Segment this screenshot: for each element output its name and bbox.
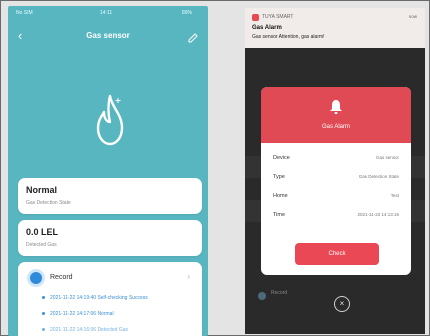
app-icon xyxy=(252,14,259,21)
record-icon xyxy=(30,272,42,284)
detected-gas-label: Detected Gas xyxy=(26,242,57,248)
page-title: Gas sensor xyxy=(86,31,130,40)
nav-bar: ‹ Gas sensor xyxy=(8,26,208,46)
info-row-type: Type Gas Detection State xyxy=(273,174,399,180)
gas-sensor-screen: No SIM 14:11 89% ‹ Gas sensor Normal Gas… xyxy=(8,6,208,336)
notification-title: Gas Alarm xyxy=(252,25,282,31)
gas-state-value: Normal xyxy=(26,185,58,195)
close-button[interactable]: × xyxy=(334,296,350,312)
status-bar: No SIM 14:11 89% xyxy=(16,10,200,18)
record-line: 2021-11-22 14:17:06 Normal xyxy=(42,311,114,317)
edit-icon[interactable] xyxy=(188,30,198,48)
gas-state-label: Gas Detection State xyxy=(26,200,71,206)
gas-state-card: Normal Gas Detection State xyxy=(18,178,202,214)
clock-text: 14:11 xyxy=(100,10,113,16)
notification-body: Gas sensor Attention, gas alarm! xyxy=(252,34,325,40)
record-line: 2021-11-22 14:19:40 Self-checking Succes… xyxy=(42,295,148,301)
detected-gas-card: 0.0 LEL Detected Gas xyxy=(18,220,202,256)
notification-time: now xyxy=(408,14,417,19)
notification-app-name: TUYA SMART xyxy=(262,14,294,20)
check-button[interactable]: Check xyxy=(295,243,379,265)
alarm-dialog-title: Gas Alarm xyxy=(321,124,350,130)
record-card[interactable]: Record › 2021-11-22 14:19:40 Self-checki… xyxy=(18,262,202,336)
info-row-home: Home Test xyxy=(273,193,399,199)
record-title: Record xyxy=(50,274,73,281)
alarm-dialog-header: Gas Alarm xyxy=(261,87,411,143)
flame-icon xyxy=(82,90,138,152)
alarm-dialog: Gas Alarm Device Gas sensor Type Gas Det… xyxy=(261,87,411,275)
info-row-device: Device Gas sensor xyxy=(273,155,399,161)
record-icon xyxy=(258,292,266,300)
record-line: 2021-11-22 14:16:06 Detected Gas xyxy=(42,327,128,333)
background-record-label: Record xyxy=(271,290,288,296)
info-row-time: Time 2021-11-22 14:13:16 xyxy=(273,212,399,218)
gas-alarm-screen: TUYA SMART now Gas Alarm Gas sensor Atte… xyxy=(245,8,425,334)
push-notification[interactable]: TUYA SMART now Gas Alarm Gas sensor Atte… xyxy=(245,8,425,48)
chevron-right-icon[interactable]: › xyxy=(187,272,190,281)
bell-icon xyxy=(329,99,343,120)
carrier-text: No SIM xyxy=(16,10,33,16)
battery-text: 89% xyxy=(181,10,192,16)
detected-gas-value: 0.0 LEL xyxy=(26,227,59,237)
